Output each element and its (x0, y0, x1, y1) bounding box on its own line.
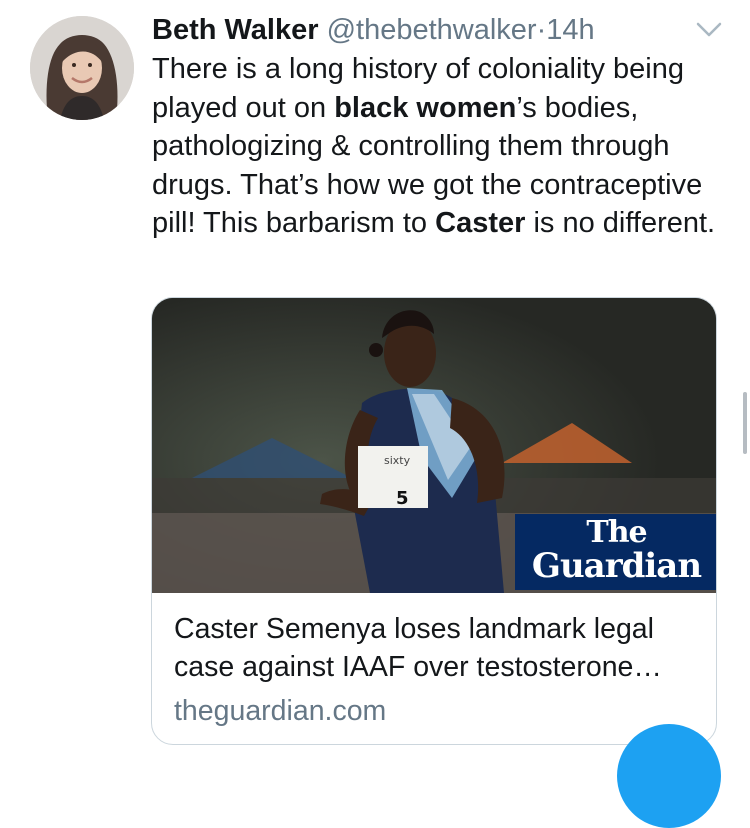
logo-line-guardian: Guardian (531, 546, 702, 586)
card-title[interactable]: Caster Semenya loses landmark legal case… (174, 610, 704, 686)
link-preview-card[interactable]: sixty 5 The Guardian Caster Semenya lose… (151, 297, 717, 745)
scrollbar[interactable] (743, 392, 747, 454)
bib-number: 5 (396, 488, 409, 509)
tweet-text-bold: Caster (435, 207, 526, 239)
bib-text: sixty (384, 454, 411, 467)
chevron-down-icon[interactable] (694, 20, 724, 40)
logo-line-the: The (586, 515, 647, 550)
tweet-text: There is a long history of coloniality b… (152, 50, 722, 243)
card-image[interactable]: sixty 5 The Guardian (152, 298, 716, 593)
tweet-text-part: is no different. (525, 207, 716, 239)
compose-fab[interactable] (617, 724, 721, 828)
separator-dot: · (536, 14, 547, 46)
tweet-text-bold: black women (334, 91, 517, 124)
card-body[interactable]: Caster Semenya loses landmark legal case… (174, 610, 704, 730)
tweet-timestamp[interactable]: 14h (546, 14, 594, 46)
author-name[interactable]: Beth Walker (152, 14, 319, 46)
author-handle[interactable]: @thebethwalker (327, 14, 537, 46)
profile-photo (30, 16, 134, 120)
card-domain: theguardian.com (174, 695, 387, 727)
tweet-header: Beth Walker @thebethwalker·14h (152, 12, 595, 48)
guardian-logo: The Guardian (515, 514, 716, 590)
avatar[interactable] (30, 16, 134, 120)
